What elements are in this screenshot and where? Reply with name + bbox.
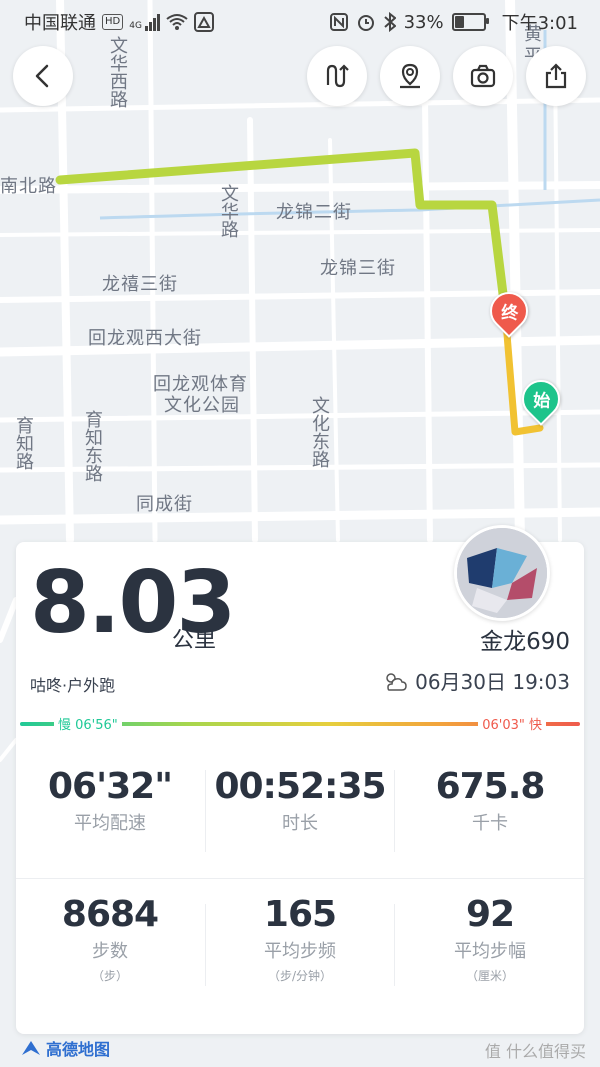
clock: 下午3:01	[501, 13, 578, 34]
divider	[205, 770, 206, 852]
run-summary-card: 8.03 公里 金龙690 咕咚·户外跑 06月30日 19:03 慢 06'5…	[16, 525, 584, 1034]
battery-icon	[451, 13, 489, 31]
pace-slow-label: 慢 06'56"	[54, 714, 122, 733]
map-logo: 高德地图	[22, 1036, 110, 1060]
divider	[16, 878, 584, 879]
carrier-label: 中国联通	[24, 13, 96, 34]
street-label: 回龙观西大街	[88, 328, 202, 349]
divider	[394, 904, 395, 986]
stat-cadence: 165 平均步频 （步/分钟）	[263, 894, 337, 983]
street-label: 文华西路	[107, 36, 128, 108]
run-datetime: 06月30日 19:03	[381, 666, 570, 695]
street-label: 育知路	[13, 416, 34, 470]
camera-button[interactable]	[453, 46, 513, 106]
poi-label: 文化公园	[164, 395, 240, 416]
divider	[394, 770, 395, 852]
street-label: 龙锦三街	[320, 258, 396, 279]
street-label: 龙禧三街	[102, 274, 178, 295]
watermark: 值 什么值得买	[484, 1042, 586, 1061]
route-icon	[326, 64, 349, 88]
divider	[205, 904, 206, 986]
street-label: 南北路	[0, 176, 57, 197]
route-button[interactable]	[307, 46, 367, 106]
battery-percent: 33%	[403, 11, 444, 33]
stat-calories: 675.8 千卡	[435, 766, 546, 834]
location-pin-icon	[400, 63, 420, 89]
alarm-icon	[357, 15, 374, 31]
street-label: 龙锦二街	[276, 202, 352, 223]
activity-type: 咕咚·户外跑	[30, 676, 116, 695]
signal-icon: 4G	[129, 13, 160, 31]
camera-icon	[470, 64, 496, 88]
hd-badge: HD	[102, 14, 124, 30]
username: 金龙690	[480, 629, 570, 655]
street-label: 育知东路	[82, 410, 103, 482]
amap-logo-icon	[22, 1041, 40, 1055]
street-label: 文华路	[218, 184, 239, 238]
wifi-icon	[166, 14, 188, 30]
notification-icon	[193, 12, 214, 32]
back-arrow-icon	[35, 64, 49, 88]
avatar[interactable]	[454, 525, 550, 621]
street-label: 文化东路	[309, 396, 330, 468]
status-bar: 中国联通 HD 4G 33% 下午3:01	[0, 0, 600, 40]
stat-steps: 8684 步数 （步）	[61, 894, 159, 983]
stat-duration: 00:52:35 时长	[214, 766, 386, 834]
bluetooth-icon	[383, 12, 396, 32]
share-icon	[545, 63, 567, 89]
distance-unit: 公里	[172, 628, 217, 653]
back-button[interactable]	[13, 46, 73, 106]
nfc-icon	[329, 13, 348, 31]
cloudy-sun-icon	[386, 672, 407, 691]
stat-avg-pace: 06'32" 平均配速	[48, 766, 173, 834]
share-button[interactable]	[526, 46, 586, 106]
pace-fast-label: 06'03" 快	[478, 714, 546, 733]
stat-stride: 92 平均步幅 （厘米）	[454, 894, 526, 983]
street-label: 同成街	[136, 494, 193, 515]
location-button[interactable]	[380, 46, 440, 106]
